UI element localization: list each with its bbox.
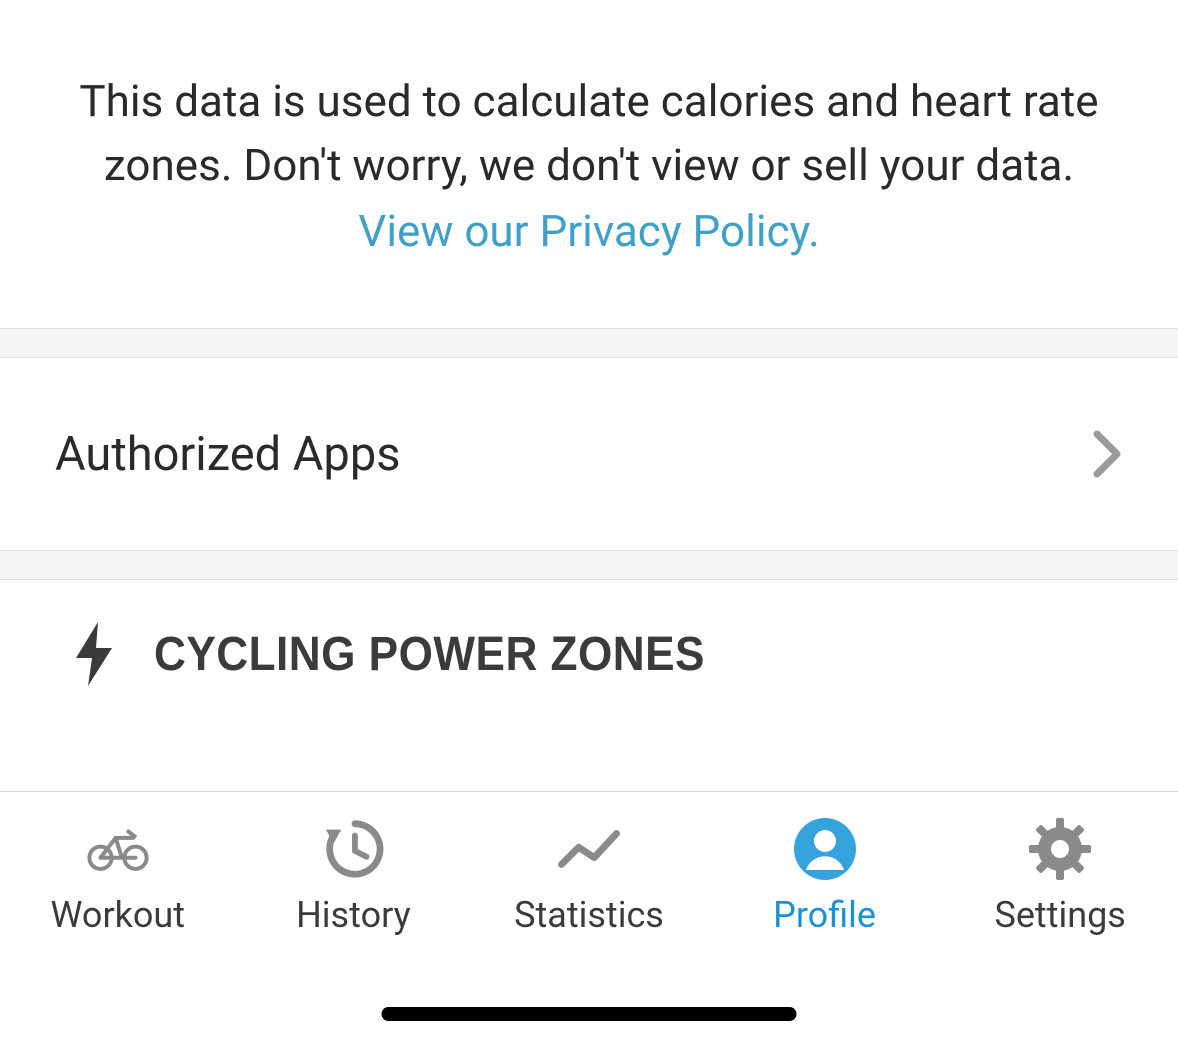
bolt-icon — [74, 622, 114, 686]
tab-label: Workout — [51, 894, 186, 936]
tab-label: Statistics — [514, 894, 664, 936]
tab-profile[interactable]: Profile — [707, 818, 943, 936]
privacy-policy-link[interactable]: View our Privacy Policy. — [60, 200, 1118, 264]
tab-settings[interactable]: Settings — [942, 818, 1178, 936]
privacy-description: This data is used to calculate calories … — [79, 75, 1098, 191]
bicycle-icon — [87, 818, 149, 880]
tab-history[interactable]: History — [236, 818, 472, 936]
tab-label: Settings — [994, 894, 1125, 936]
authorized-apps-label: Authorized Apps — [55, 427, 400, 482]
tab-label: History — [296, 894, 411, 936]
history-icon — [322, 818, 384, 880]
chart-line-icon — [558, 818, 620, 880]
privacy-info-block: This data is used to calculate calories … — [0, 0, 1178, 328]
authorized-apps-row[interactable]: Authorized Apps — [0, 358, 1178, 550]
section-divider — [0, 328, 1178, 358]
tab-statistics[interactable]: Statistics — [471, 818, 707, 936]
tab-label: Profile — [773, 894, 876, 936]
home-indicator[interactable] — [382, 1007, 797, 1021]
profile-icon — [794, 818, 856, 880]
tab-bar: Workout History Statistics — [0, 791, 1178, 1051]
cycling-power-zones-header: CYCLING POWER ZONES — [0, 580, 1178, 716]
tab-workout[interactable]: Workout — [0, 818, 236, 936]
chevron-right-icon — [1093, 430, 1123, 478]
section-divider — [0, 550, 1178, 580]
gear-icon — [1029, 818, 1091, 880]
cycling-power-zones-title: CYCLING POWER ZONES — [154, 627, 705, 682]
